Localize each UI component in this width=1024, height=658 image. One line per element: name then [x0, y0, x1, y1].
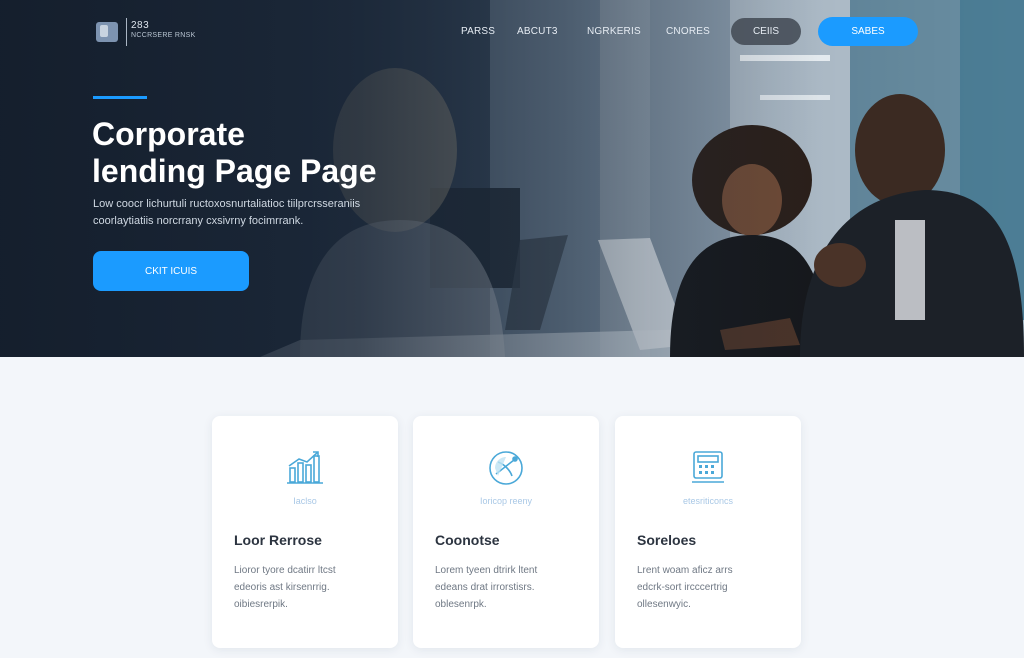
- feature-card-1[interactable]: Iaclso Loor Rerrose Lioror tyore dcatirr…: [212, 416, 398, 648]
- card-description-line: edeoris ast kirsenrrig.: [234, 582, 330, 593]
- hero-description-line-1: Low coocr lichurtuli ructoxosnurtaliatio…: [93, 198, 361, 210]
- nav-link-3[interactable]: NGRKERIS: [587, 26, 641, 37]
- calculator-icon: [692, 451, 724, 483]
- card-description-line: oblesenrpk.: [435, 599, 487, 610]
- card-title: Soreloes: [637, 532, 697, 548]
- nav-secondary-button[interactable]: CEIIS: [731, 18, 801, 45]
- logo-divider: [126, 18, 127, 46]
- card-description-line: edcrk-sort ircccertrig: [637, 582, 728, 593]
- hero-description-line-2: coorlaytiatiis norcrrany cxsivrny focimr…: [93, 215, 304, 227]
- card-title: Coonotse: [435, 532, 500, 548]
- hero-title-line-2: lending Page Page: [92, 153, 377, 189]
- card-description-line: Lorem tyeen dtrirk ltent: [435, 565, 538, 576]
- card-description-line: oibiesrerpik.: [234, 599, 288, 610]
- card-description-line: ollesenwyic.: [637, 599, 691, 610]
- logo-icon[interactable]: [96, 22, 118, 42]
- card-description: Lrent woam aficz arrs edcrk-sort ircccer…: [637, 562, 787, 613]
- card-description-line: Lioror tyore dcatirr ltcst: [234, 565, 336, 576]
- feature-card-3[interactable]: etesriticoncs Soreloes Lrent woam aficz …: [615, 416, 801, 648]
- hero-title: Corporate lending Page Page: [92, 116, 472, 190]
- hero-cta-button[interactable]: CKIT ICUIS: [93, 251, 249, 291]
- card-description: Lioror tyore dcatirr ltcst edeoris ast k…: [234, 562, 384, 613]
- hero-section: 283 NCCRSERE RNSK PARSS ABCUT3 NGRKERIS …: [0, 0, 1024, 357]
- bar-chart-icon: [287, 451, 323, 484]
- card-caption: Ioricop reeny: [479, 496, 533, 506]
- nav-primary-button[interactable]: SABES: [818, 17, 918, 46]
- top-navigation: 283 NCCRSERE RNSK PARSS ABCUT3 NGRKERIS …: [0, 0, 1024, 64]
- card-caption: Iaclso: [293, 496, 317, 506]
- hero-accent-bar: [93, 96, 147, 99]
- card-title: Loor Rerrose: [234, 532, 322, 548]
- nav-link-4[interactable]: CNORES: [666, 26, 710, 37]
- satellite-dish-icon: [489, 451, 523, 485]
- logo-tagline: NCCRSERE RNSK: [131, 32, 196, 39]
- hero-description: Low coocr lichurtuli ructoxosnurtaliatio…: [93, 196, 453, 230]
- feature-card-2[interactable]: Ioricop reeny Coonotse Lorem tyeen dtrir…: [413, 416, 599, 648]
- card-caption: etesriticoncs: [682, 496, 734, 506]
- logo-text[interactable]: 283: [131, 20, 149, 31]
- card-description-line: edeans drat irrorstisrs.: [435, 582, 535, 593]
- card-description: Lorem tyeen dtrirk ltent edeans drat irr…: [435, 562, 585, 613]
- nav-link-1[interactable]: PARSS: [461, 26, 495, 37]
- nav-link-2[interactable]: ABCUT3: [517, 26, 558, 37]
- hero-title-line-1: Corporate: [92, 116, 245, 152]
- card-description-line: Lrent woam aficz arrs: [637, 565, 733, 576]
